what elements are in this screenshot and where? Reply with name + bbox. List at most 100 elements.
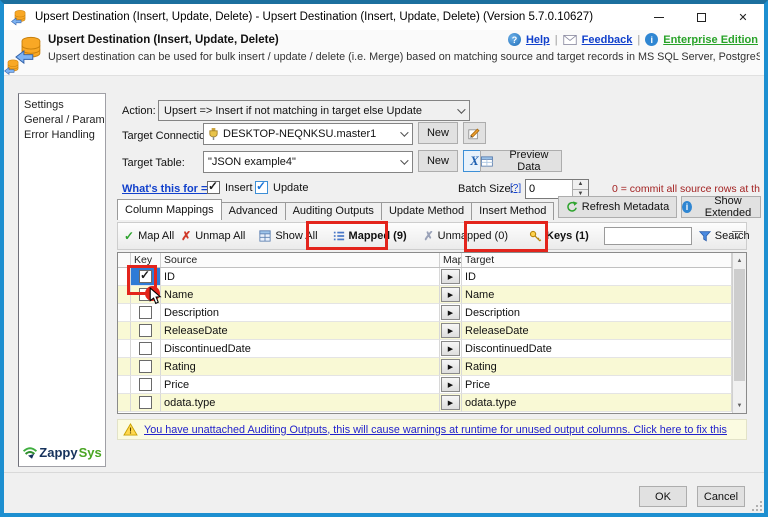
key-checkbox[interactable] — [139, 324, 152, 337]
new-table-button[interactable]: New — [418, 150, 458, 172]
grid-row[interactable]: Price Price — [118, 376, 732, 394]
grid-row[interactable]: odata.type odata.type — [118, 394, 732, 412]
sidebar-item-general-parameters[interactable]: General / Parameters — [24, 113, 105, 128]
source-cell[interactable]: DiscontinuedDate — [161, 340, 440, 358]
maximize-button[interactable] — [680, 4, 722, 30]
sidebar-item-error-handling[interactable]: Error Handling — [24, 128, 105, 143]
target-cell[interactable]: Rating — [462, 358, 732, 376]
row-selector-cell[interactable] — [118, 322, 131, 340]
tab-advanced[interactable]: Advanced — [221, 202, 286, 220]
grid-row[interactable]: DiscontinuedDate DiscontinuedDate — [118, 340, 732, 358]
grid-row[interactable]: ReleaseDate ReleaseDate — [118, 322, 732, 340]
update-checkbox[interactable] — [255, 181, 268, 194]
key-cell[interactable] — [131, 340, 161, 358]
source-cell[interactable]: ReleaseDate — [161, 322, 440, 340]
key-checkbox[interactable] — [139, 396, 152, 409]
source-cell[interactable]: ID — [161, 268, 440, 286]
whats-this-link[interactable]: What's this for => — [122, 183, 214, 195]
key-checkbox[interactable] — [139, 342, 152, 355]
key-cell[interactable] — [131, 376, 161, 394]
tab-auditing-outputs[interactable]: Auditing Outputs — [285, 202, 382, 220]
row-selector-cell[interactable] — [118, 376, 131, 394]
source-cell[interactable]: Rating — [161, 358, 440, 376]
settings-nav-panel: Settings General / Parameters Error Hand… — [18, 93, 106, 467]
target-connection-combo[interactable]: DESKTOP-NEQNKSU.master1 — [203, 123, 413, 145]
chevron-down-icon — [457, 105, 465, 113]
map-arrow-button[interactable] — [441, 377, 460, 392]
key-checkbox[interactable] — [139, 306, 152, 319]
minimize-button[interactable] — [638, 4, 680, 30]
preview-data-button[interactable]: Preview Data — [480, 150, 562, 172]
feedback-link[interactable]: Feedback — [582, 34, 633, 46]
scroll-down-icon[interactable] — [733, 398, 746, 413]
batch-size-help-link[interactable]: [?] — [510, 183, 521, 194]
source-cell[interactable]: Name — [161, 286, 440, 304]
source-cell[interactable]: odata.type — [161, 394, 440, 412]
minimize-icon — [654, 17, 664, 18]
map-all-button[interactable]: ✓ Map All — [124, 229, 174, 243]
insert-checkbox[interactable] — [207, 181, 220, 194]
target-cell[interactable]: Price — [462, 376, 732, 394]
key-checkbox[interactable] — [139, 378, 152, 391]
source-cell[interactable]: Price — [161, 376, 440, 394]
toolbar-overflow-button[interactable] — [732, 231, 743, 243]
map-cell — [440, 358, 462, 376]
target-cell[interactable]: Name — [462, 286, 732, 304]
key-checkbox[interactable] — [139, 360, 152, 373]
key-cell[interactable] — [131, 394, 161, 412]
row-selector-cell[interactable] — [118, 304, 131, 322]
map-arrow-button[interactable] — [441, 341, 460, 356]
warning-fix-link[interactable]: You have unattached Auditing Outputs, th… — [144, 424, 727, 436]
target-cell[interactable]: odata.type — [462, 394, 732, 412]
map-arrow-button[interactable] — [441, 269, 460, 284]
map-arrow-button[interactable] — [441, 359, 460, 374]
enterprise-edition-link[interactable]: Enterprise Edition — [663, 34, 758, 46]
key-cell[interactable] — [131, 322, 161, 340]
scroll-thumb[interactable] — [734, 269, 745, 381]
tab-column-mappings[interactable]: Column Mappings — [117, 199, 222, 220]
tab-update-method[interactable]: Update Method — [381, 202, 472, 220]
row-selector-cell[interactable] — [118, 340, 131, 358]
show-extended-button[interactable]: i Show Extended — [681, 196, 761, 218]
unmap-all-button[interactable]: ✗ Unmap All — [181, 229, 245, 243]
grid-row[interactable]: Description Description — [118, 304, 732, 322]
key-cell[interactable] — [131, 304, 161, 322]
target-table-combo[interactable]: "JSON example4" — [203, 151, 413, 173]
warning-triangle-icon: ! — [123, 423, 138, 436]
spinner-up-icon[interactable] — [573, 180, 588, 190]
refresh-metadata-button[interactable]: Refresh Metadata — [558, 196, 677, 218]
tab-insert-method[interactable]: Insert Method — [471, 202, 554, 220]
scroll-up-icon[interactable] — [733, 253, 746, 268]
resize-grip[interactable] — [752, 501, 762, 511]
target-cell[interactable]: DiscontinuedDate — [462, 340, 732, 358]
map-arrow-button[interactable] — [441, 305, 460, 320]
search-input[interactable] — [604, 227, 692, 245]
target-cell[interactable]: Description — [462, 304, 732, 322]
new-connection-button[interactable]: New — [418, 122, 458, 144]
action-dropdown[interactable]: Upsert => Insert if not matching in targ… — [158, 100, 470, 121]
grid-row[interactable]: Rating Rating — [118, 358, 732, 376]
grid-header-map: Map — [440, 253, 462, 267]
row-selector-cell[interactable] — [118, 394, 131, 412]
row-selector-cell[interactable] — [118, 358, 131, 376]
help-link[interactable]: Help — [526, 34, 550, 46]
title-bar[interactable]: Upsert Destination (Insert, Update, Dele… — [4, 4, 764, 30]
grid-row[interactable]: ID ID — [118, 268, 732, 286]
target-cell[interactable]: ReleaseDate — [462, 322, 732, 340]
map-arrow-button[interactable] — [441, 323, 460, 338]
map-arrow-button[interactable] — [441, 287, 460, 302]
cursor-icon — [149, 287, 162, 306]
edit-connection-button[interactable] — [463, 122, 486, 144]
upsert-destination-dialog: Upsert Destination (Insert, Update, Dele… — [0, 0, 768, 517]
grid-scrollbar[interactable] — [732, 253, 746, 413]
grid-row[interactable]: Name Name — [118, 286, 732, 304]
action-value: Upsert => Insert if not matching in targ… — [164, 105, 422, 117]
ok-button[interactable]: OK — [639, 486, 687, 507]
close-button[interactable] — [722, 4, 764, 30]
sidebar-item-settings[interactable]: Settings — [24, 98, 105, 113]
cancel-button[interactable]: Cancel — [697, 486, 745, 507]
map-arrow-button[interactable] — [441, 395, 460, 410]
key-cell[interactable] — [131, 358, 161, 376]
target-cell[interactable]: ID — [462, 268, 732, 286]
source-cell[interactable]: Description — [161, 304, 440, 322]
